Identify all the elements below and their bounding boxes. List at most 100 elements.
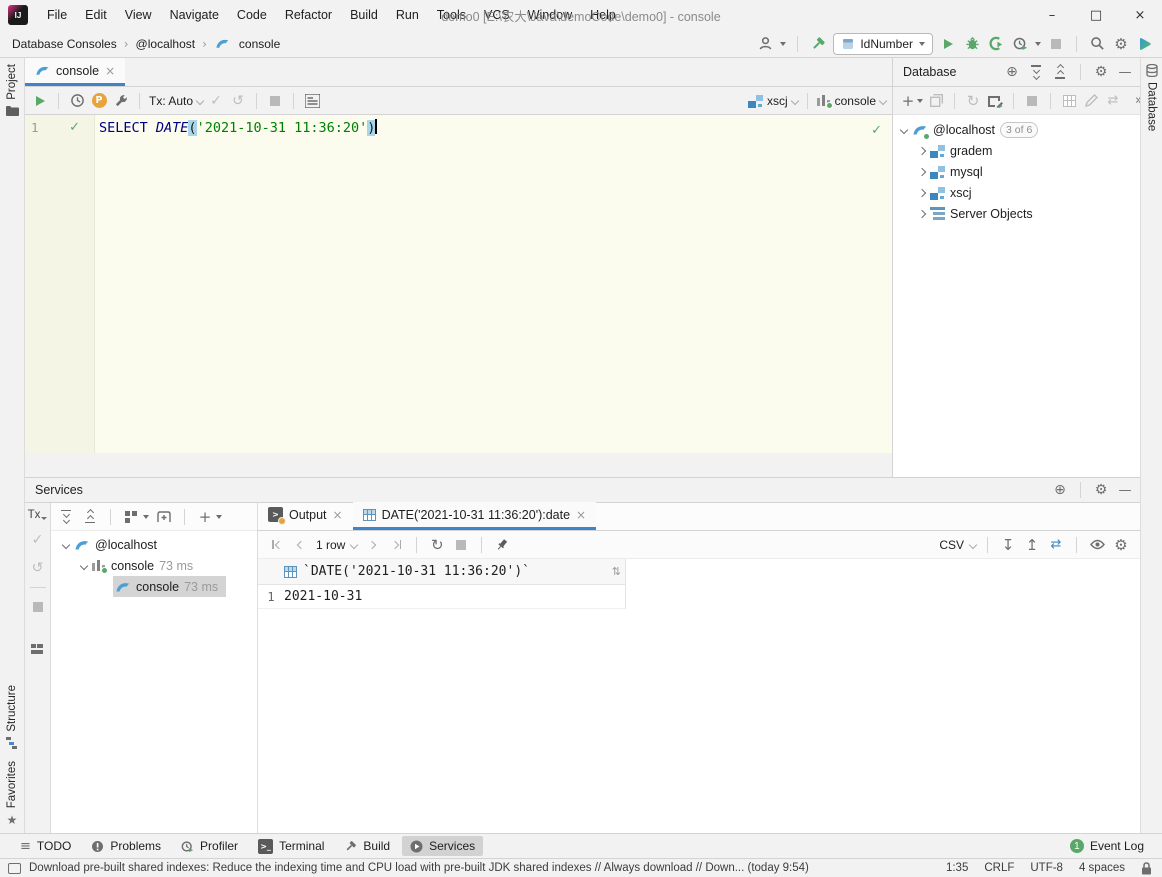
breadcrumb-localhost[interactable]: @localhost [136, 37, 196, 51]
toolwindow-database-button[interactable]: Database [1146, 58, 1158, 137]
line-ending-indicator[interactable]: CRLF [984, 862, 1014, 874]
minimize-button[interactable]: – [1030, 0, 1074, 30]
grid-data-row[interactable]: 1 2021-10-31 [258, 585, 626, 609]
collapsed-chevron-icon[interactable] [918, 167, 926, 175]
service-node-console-query[interactable]: console 73 ms [51, 576, 257, 597]
toolwindow-todo-button[interactable]: ≡ TODO [12, 836, 79, 857]
import-upload-icon[interactable]: ↥ [1023, 536, 1041, 554]
pin-tab-icon[interactable] [493, 536, 511, 554]
collapsed-chevron-icon[interactable] [918, 188, 926, 196]
toolwindow-problems-button[interactable]: Problems [83, 836, 169, 856]
toolwindow-services-button[interactable]: Services [402, 836, 483, 856]
expanded-chevron-icon[interactable] [62, 540, 70, 548]
settings-gear-icon[interactable]: ⚙ [1112, 35, 1130, 53]
locate-target-icon[interactable]: ⊕ [1003, 63, 1021, 81]
add-datasource-icon[interactable]: + [899, 92, 917, 110]
breadcrumb-console[interactable]: console [239, 37, 280, 51]
collapse-all-icon[interactable] [1051, 63, 1069, 81]
wrench-icon[interactable] [112, 92, 130, 110]
toolwindow-terminal-button[interactable]: >_ Terminal [250, 836, 332, 857]
menu-view[interactable]: View [116, 0, 161, 30]
toolwindow-favorites-button[interactable]: Favorites ★ [6, 755, 18, 833]
encoding-indicator[interactable]: UTF-8 [1030, 862, 1063, 874]
build-hammer-icon[interactable] [809, 35, 827, 53]
row-count-select[interactable]: 1 row [316, 538, 345, 552]
schema-selector[interactable]: xscj [767, 94, 788, 108]
menu-code[interactable]: Code [228, 0, 276, 30]
output-mode-icon[interactable] [303, 92, 321, 110]
user-dropdown-arrow-icon[interactable] [780, 42, 786, 46]
tree-node-gradem[interactable]: gradem [893, 140, 1140, 161]
service-node-localhost[interactable]: @localhost [51, 534, 257, 555]
event-log-button[interactable]: 1 Event Log [1062, 836, 1152, 856]
schema-dropdown-arrow-icon[interactable] [790, 96, 798, 104]
debug-button[interactable] [963, 35, 981, 53]
tree-node-localhost[interactable]: @localhost 3 of 6 [893, 119, 1140, 140]
menu-file[interactable]: File [38, 0, 76, 30]
locate-target-icon[interactable]: ⊕ [1051, 481, 1069, 499]
add-dropdown-arrow-icon[interactable] [917, 99, 923, 103]
menu-refactor[interactable]: Refactor [276, 0, 341, 30]
expanded-chevron-icon[interactable] [900, 125, 908, 133]
tx-dropdown-arrow-icon[interactable] [196, 96, 204, 104]
export-download-icon[interactable]: ↧ [999, 536, 1017, 554]
tab-close-icon[interactable]: × [105, 64, 115, 78]
parameters-badge-icon[interactable]: P [90, 92, 108, 110]
service-node-console-session[interactable]: console 73 ms [51, 555, 257, 576]
add-service-arrow-icon[interactable] [216, 515, 222, 519]
caret-position[interactable]: 1:35 [946, 862, 968, 874]
tab-close-icon[interactable]: × [576, 508, 586, 522]
toolwindow-structure-button[interactable]: Structure [6, 679, 18, 755]
row-count-arrow-icon[interactable] [350, 540, 358, 548]
readonly-lock-icon[interactable] [1141, 862, 1152, 875]
tx-mode-select[interactable]: Tx: Auto [149, 94, 193, 108]
collapsed-chevron-icon[interactable] [918, 146, 926, 154]
expand-all-icon[interactable] [1027, 63, 1045, 81]
sql-code[interactable]: SELECT DATE('2021-10-31 11:36:20') [95, 115, 892, 453]
tab-result-date[interactable]: DATE('2021-10-31 11:36:20'):date × [353, 502, 597, 530]
expand-all-icon[interactable] [57, 508, 75, 526]
grid-cell-value[interactable]: 2021-10-31 [284, 589, 625, 604]
tree-node-server-objects[interactable]: Server Objects [893, 203, 1140, 224]
profiler-dropdown-arrow-icon[interactable] [1035, 42, 1041, 46]
hide-panel-icon[interactable]: — [1116, 63, 1134, 81]
run-button[interactable] [939, 35, 957, 53]
panel-settings-gear-icon[interactable]: ⚙ [1092, 481, 1110, 499]
editor-tab-console[interactable]: console × [25, 58, 125, 86]
collapsed-chevron-icon[interactable] [918, 209, 926, 217]
view-options-eye-icon[interactable] [1088, 536, 1106, 554]
menu-build[interactable]: Build [341, 0, 387, 30]
toolwindow-build-button[interactable]: Build [336, 836, 398, 856]
group-by-arrow-icon[interactable] [143, 515, 149, 519]
open-each-in-new-tab-icon[interactable] [155, 508, 173, 526]
learn-ide-features-icon[interactable] [1136, 35, 1154, 53]
maximize-button[interactable]: □ [1074, 0, 1118, 30]
group-by-icon[interactable] [122, 508, 140, 526]
grid-header-cell[interactable]: `DATE('2021-10-31 11:36:20')` ⇅ [284, 564, 625, 579]
tree-node-mysql[interactable]: mysql [893, 161, 1140, 182]
format-arrow-icon[interactable] [969, 540, 977, 548]
execute-button[interactable] [31, 92, 49, 110]
tree-node-xscj[interactable]: xscj [893, 182, 1140, 203]
toolwindow-profiler-button[interactable]: Profiler [173, 836, 246, 856]
collapse-all-icon[interactable] [81, 508, 99, 526]
run-with-coverage-button[interactable] [987, 35, 1005, 53]
menu-run[interactable]: Run [387, 0, 428, 30]
history-clock-icon[interactable] [68, 92, 86, 110]
layout-options-icon[interactable] [31, 644, 44, 654]
panel-settings-gear-icon[interactable]: ⚙ [1092, 63, 1110, 81]
tab-output[interactable]: > Output × [258, 502, 353, 530]
breadcrumb-database-consoles[interactable]: Database Consoles [12, 37, 117, 51]
status-message[interactable]: Download pre-built shared indexes: Reduc… [29, 862, 809, 874]
data-transfer-icon[interactable]: ⇄ [1047, 536, 1065, 554]
menu-navigate[interactable]: Navigate [161, 0, 228, 30]
hide-panel-icon[interactable]: — [1116, 481, 1134, 499]
grid-settings-gear-icon[interactable]: ⚙ [1112, 536, 1130, 554]
search-everywhere-icon[interactable] [1088, 35, 1106, 53]
add-service-icon[interactable]: + [196, 508, 214, 526]
profiler-button[interactable] [1011, 35, 1029, 53]
user-account-icon[interactable] [756, 35, 774, 53]
sort-arrows-icon[interactable]: ⇅ [612, 565, 621, 578]
menu-edit[interactable]: Edit [76, 0, 116, 30]
jump-to-console-icon[interactable] [986, 92, 1004, 110]
